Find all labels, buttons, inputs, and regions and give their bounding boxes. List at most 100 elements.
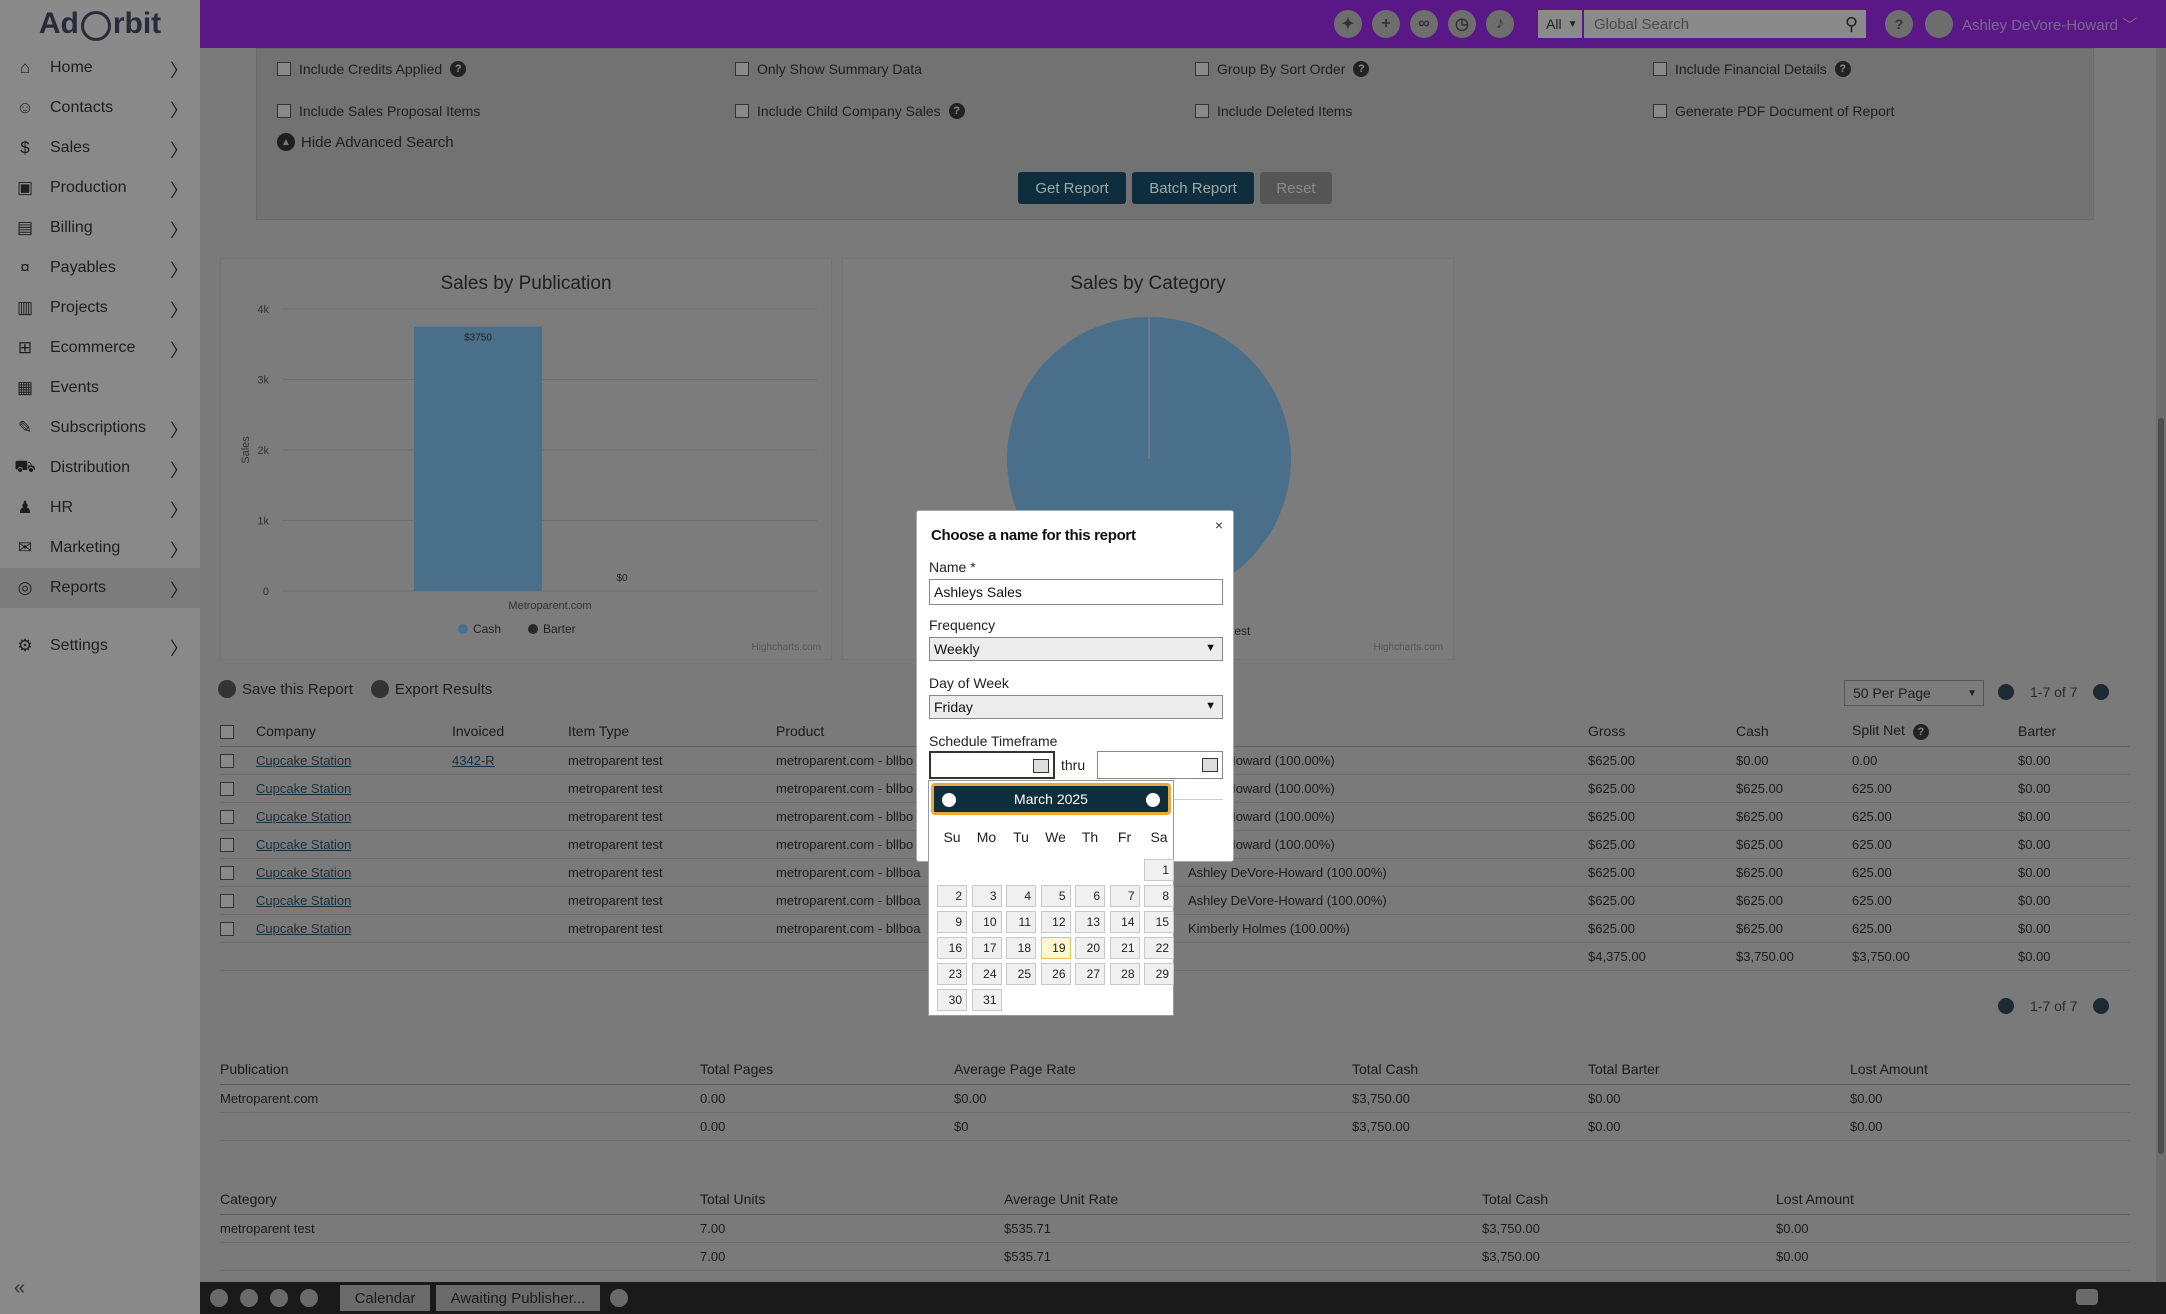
option-sales-proposal[interactable]: Include Sales Proposal Items — [277, 103, 480, 119]
day-cell[interactable]: 2 — [937, 885, 967, 907]
day-cell[interactable]: 10 — [971, 911, 1002, 933]
row-checkbox[interactable] — [220, 893, 234, 908]
chat-icon[interactable] — [270, 1289, 288, 1307]
day-cell[interactable]: 15 — [1144, 911, 1174, 933]
user-menu[interactable]: Ashley DeVore-Howard ﹀ — [1962, 14, 2137, 35]
row-checkbox[interactable] — [220, 753, 234, 768]
next-page-icon[interactable] — [2093, 684, 2110, 700]
export-results-link[interactable]: Export Results — [395, 681, 493, 698]
table-row[interactable]: Cupcake Station metroparent test metropare… — [220, 914, 2130, 943]
help-icon[interactable]: ? — [1834, 61, 1851, 77]
day-cell[interactable]: 3 — [971, 885, 1002, 907]
sidebar-item-subscriptions[interactable]: ✎ Subscriptions 〉 — [0, 408, 200, 448]
day-cell[interactable]: 12 — [1040, 911, 1071, 933]
day-cell[interactable]: 8 — [1144, 885, 1174, 907]
column-header[interactable]: Barter — [2018, 716, 2130, 747]
calendar-icon[interactable] — [1033, 759, 1049, 773]
column-header[interactable]: Item Type — [568, 716, 776, 747]
day-cell[interactable]: 6 — [1075, 885, 1105, 907]
sidebar-item-marketing[interactable]: ✉ Marketing 〉 — [0, 528, 200, 568]
help-icon[interactable]: ? — [1885, 10, 1913, 38]
help-icon[interactable]: ? — [948, 103, 965, 119]
invoiced-link[interactable]: 4342-R — [452, 753, 495, 768]
day-cell[interactable]: 28 — [1109, 963, 1140, 985]
day-cell[interactable]: 5 — [1040, 885, 1071, 907]
help-icon[interactable]: ? — [1353, 61, 1370, 77]
checkbox[interactable] — [1653, 62, 1667, 76]
day-cell[interactable]: 20 — [1075, 937, 1105, 959]
day-cell[interactable]: 25 — [1006, 963, 1036, 985]
sidebar-item-hr[interactable]: ♟ HR 〉 — [0, 488, 200, 528]
calendar-tab[interactable]: Calendar — [340, 1285, 430, 1311]
collapse-sidebar-icon[interactable]: « — [14, 1277, 25, 1300]
mail-icon[interactable] — [240, 1289, 258, 1307]
company-link[interactable]: Cupcake Station — [256, 893, 351, 908]
app-icon[interactable]: ✦ — [1334, 10, 1362, 38]
sidebar-item-events[interactable]: ▦ Events — [0, 368, 200, 408]
row-checkbox[interactable] — [220, 837, 234, 852]
clock-icon[interactable] — [210, 1289, 228, 1307]
report-name-input[interactable]: Ashleys Sales — [929, 579, 1223, 605]
sidebar-item-distribution[interactable]: ⛟ Distribution 〉 — [0, 448, 200, 488]
day-cell[interactable]: 30 — [937, 989, 967, 1011]
sidebar-item-production[interactable]: ▣ Production 〉 — [0, 168, 200, 208]
avatar[interactable] — [1925, 10, 1953, 38]
search-icon[interactable]: ⚲ — [1845, 14, 1858, 35]
checkbox[interactable] — [1195, 62, 1209, 76]
option-child-company[interactable]: Include Child Company Sales? — [735, 103, 965, 119]
select-all-checkbox[interactable] — [220, 724, 234, 739]
company-link[interactable]: Cupcake Station — [256, 781, 351, 796]
company-link[interactable]: Cupcake Station — [256, 865, 351, 880]
sidebar-item-sales[interactable]: $ Sales 〉 — [0, 128, 200, 168]
sidebar-item-home[interactable]: ⌂ Home 〉 — [0, 48, 200, 88]
checkbox[interactable] — [1653, 104, 1667, 118]
reset-button[interactable]: Reset — [1260, 172, 1332, 204]
column-header[interactable]: Invoiced — [452, 716, 568, 747]
sidebar-item-contacts[interactable]: ☺ Contacts 〉 — [0, 88, 200, 128]
column-header[interactable]: Reps — [1188, 716, 1588, 747]
checkbox[interactable] — [277, 62, 291, 76]
column-header[interactable]: Company — [256, 716, 452, 747]
day-cell[interactable]: 4 — [1006, 885, 1036, 907]
prev-page-icon[interactable] — [1998, 684, 2014, 700]
day-cell[interactable]: 29 — [1144, 963, 1174, 985]
day-cell[interactable]: 7 — [1109, 885, 1140, 907]
search-scope-select[interactable]: All ▼ — [1538, 10, 1582, 38]
option-generate-pdf[interactable]: Generate PDF Document of Report — [1653, 103, 1894, 119]
row-checkbox[interactable] — [220, 809, 234, 824]
sidebar-item-billing[interactable]: ▤ Billing 〉 — [0, 208, 200, 248]
get-report-button[interactable]: Get Report — [1018, 172, 1126, 204]
checkbox[interactable] — [1195, 104, 1209, 118]
day-cell[interactable]: 17 — [971, 937, 1002, 959]
timeframe-end-input[interactable] — [1097, 751, 1223, 779]
company-link[interactable]: Cupcake Station — [256, 809, 351, 824]
column-header[interactable]: Split Net? — [1852, 716, 2018, 747]
global-search-input[interactable]: Global Search ⚲ — [1584, 10, 1866, 38]
checkbox[interactable] — [735, 62, 749, 76]
toggle-icon[interactable] — [2076, 1289, 2098, 1305]
frequency-select[interactable]: Weekly ▼ — [929, 637, 1223, 661]
day-cell[interactable]: 16 — [937, 937, 967, 959]
scrollbar-thumb[interactable] — [2158, 418, 2164, 1154]
per-page-select[interactable]: 50 Per Page ▼ — [1844, 680, 1984, 706]
day-cell[interactable]: 1 — [1144, 859, 1174, 881]
day-cell[interactable]: 23 — [937, 963, 967, 985]
day-cell[interactable]: 14 — [1109, 911, 1140, 933]
prev-month-icon[interactable] — [942, 793, 956, 807]
row-checkbox[interactable] — [220, 921, 234, 936]
timeframe-start-input[interactable] — [929, 751, 1055, 779]
day-cell[interactable]: 31 — [971, 989, 1002, 1011]
sidebar-item-settings[interactable]: ⚙ Settings 〉 — [0, 626, 200, 666]
edit-icon[interactable] — [610, 1289, 628, 1307]
day-cell[interactable]: 22 — [1144, 937, 1174, 959]
batch-report-button[interactable]: Batch Report — [1132, 172, 1254, 204]
app-logo[interactable]: Ad rbit — [0, 0, 200, 48]
row-checkbox[interactable] — [220, 781, 234, 796]
calendar-icon[interactable] — [1202, 758, 1218, 772]
row-checkbox[interactable] — [220, 865, 234, 880]
option-financial-details[interactable]: Include Financial Details? — [1653, 61, 1851, 77]
add-icon[interactable]: + — [1372, 10, 1400, 38]
next-page-icon[interactable] — [2093, 998, 2110, 1014]
table-row[interactable]: Cupcake Station metroparent test metropare… — [220, 886, 2130, 915]
history-icon[interactable]: ◷ — [1448, 10, 1476, 38]
